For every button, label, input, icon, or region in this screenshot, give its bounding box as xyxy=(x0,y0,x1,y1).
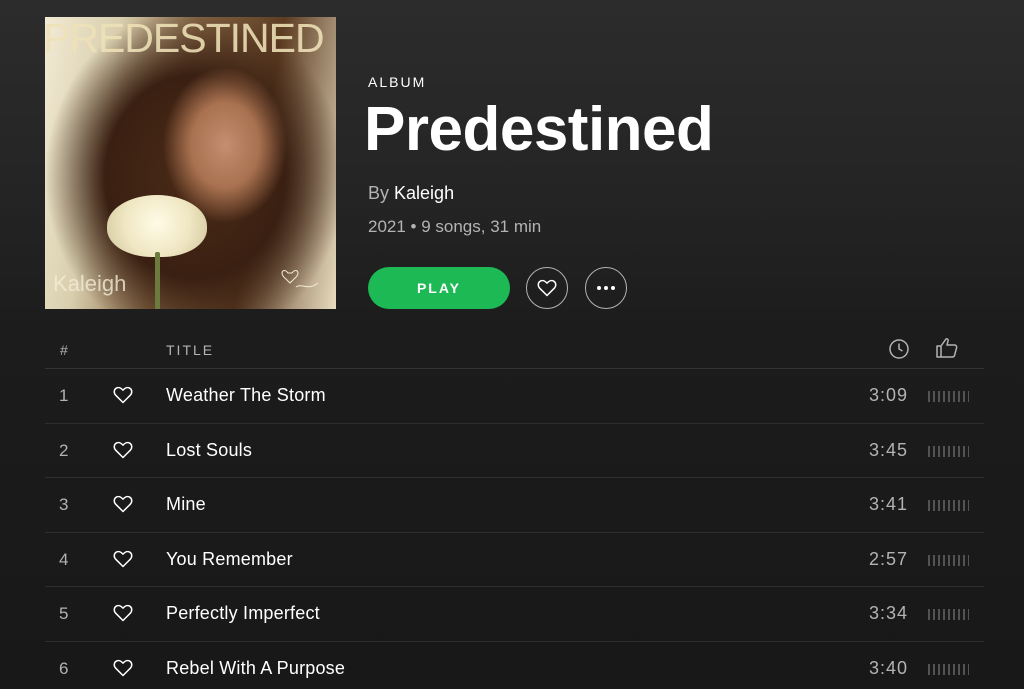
popularity-bar xyxy=(928,445,969,457)
album-meta: 2021 • 9 songs, 31 min xyxy=(368,217,542,236)
more-options-button[interactable] xyxy=(585,267,627,309)
track-duration: 3:45 xyxy=(869,439,909,460)
cover-artist-text: Kaleigh xyxy=(53,271,127,296)
like-album-button[interactable] xyxy=(526,267,568,309)
track-title[interactable]: Mine xyxy=(166,494,206,515)
track-row[interactable]: 5 Perfectly Imperfect 3:34 xyxy=(45,587,984,642)
album-cover: PREDESTINED Kaleigh xyxy=(45,17,336,309)
album-byline: By Kaleigh xyxy=(368,183,454,204)
album-page: PREDESTINED Kaleigh ALBUM Predestined By… xyxy=(0,0,1024,689)
play-button[interactable]: PLAY xyxy=(368,267,510,309)
heart-icon[interactable] xyxy=(113,441,133,459)
album-title: Predestined xyxy=(364,95,714,164)
popularity-bar xyxy=(928,391,969,402)
track-number: 4 xyxy=(59,549,69,569)
cover-rose-stem xyxy=(155,252,160,309)
artist-link[interactable]: Kaleigh xyxy=(394,183,454,203)
popularity-bar xyxy=(928,663,969,675)
heart-icon[interactable] xyxy=(113,386,133,404)
heart-icon[interactable] xyxy=(113,495,133,513)
track-duration: 2:57 xyxy=(869,548,909,569)
thumbs-up-icon xyxy=(936,338,958,358)
track-title[interactable]: Lost Souls xyxy=(166,440,252,461)
heart-icon[interactable] xyxy=(113,550,133,568)
popularity-bar xyxy=(928,554,969,566)
track-title[interactable]: Perfectly Imperfect xyxy=(166,603,320,624)
cover-signature-mark xyxy=(281,270,319,288)
heart-icon xyxy=(537,279,557,297)
track-row[interactable]: 4 You Remember 2:57 xyxy=(45,533,984,587)
track-row[interactable]: 1 Weather The Storm 3:09 xyxy=(45,369,984,424)
popularity-bar xyxy=(928,500,969,511)
track-title[interactable]: You Remember xyxy=(166,549,293,570)
track-number: 6 xyxy=(59,658,69,678)
cover-title-text: PREDESTINED xyxy=(45,17,325,61)
album-type-label: ALBUM xyxy=(368,74,427,90)
track-title[interactable]: Rebel With A Purpose xyxy=(166,658,345,679)
heart-icon[interactable] xyxy=(113,604,133,622)
track-duration: 3:41 xyxy=(869,494,909,514)
cover-rose xyxy=(107,195,207,257)
track-row[interactable]: 3 Mine 3:41 xyxy=(45,478,984,533)
header-number: # xyxy=(60,342,68,358)
track-number: 5 xyxy=(59,604,69,623)
track-duration: 3:40 xyxy=(869,657,909,678)
tracklist-header: # TITLE xyxy=(45,333,984,369)
track-row[interactable]: 6 Rebel With A Purpose 3:40 xyxy=(45,642,984,689)
track-number: 3 xyxy=(59,495,69,514)
track-duration: 3:34 xyxy=(869,603,909,623)
popularity-bar xyxy=(928,609,969,620)
more-icon xyxy=(597,286,615,290)
track-row[interactable]: 2 Lost Souls 3:45 xyxy=(45,424,984,478)
track-duration: 3:09 xyxy=(869,385,909,405)
heart-icon[interactable] xyxy=(113,659,133,677)
header-title: TITLE xyxy=(166,342,215,358)
track-number: 1 xyxy=(59,386,69,405)
track-title[interactable]: Weather The Storm xyxy=(166,385,326,406)
tracklist: 1 Weather The Storm 3:09 2 Lost Souls 3:… xyxy=(45,369,984,689)
track-number: 2 xyxy=(59,440,69,460)
clock-icon xyxy=(889,339,909,359)
byline-prefix: By xyxy=(368,183,390,203)
